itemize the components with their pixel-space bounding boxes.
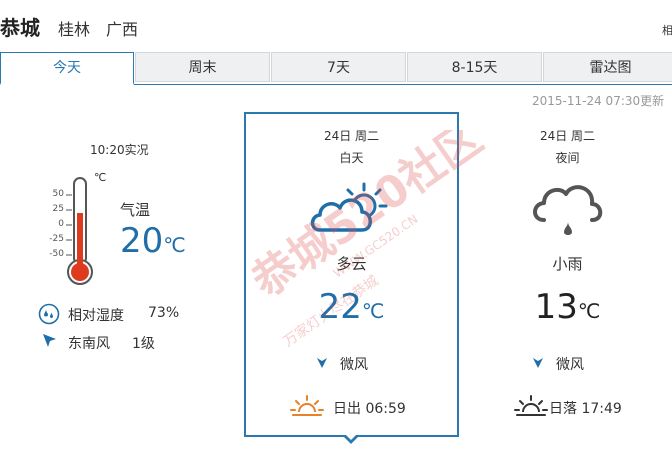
observation-time: 10:20实况 xyxy=(90,143,149,157)
day-temperature-value: 22 xyxy=(318,287,362,327)
day-period: 白天 xyxy=(339,151,364,165)
temperature-label: 气温 xyxy=(120,201,151,219)
tabs-divider xyxy=(134,84,672,85)
humidity-label: 相对湿度 xyxy=(68,308,124,324)
wind-arrow-icon xyxy=(533,358,543,368)
day-date: 24日 周二 xyxy=(323,129,380,143)
sunset-time: 日落 17:49 xyxy=(549,401,622,417)
day-temperature: 22℃ xyxy=(244,287,459,327)
current-temperature-value: 20 xyxy=(120,221,164,261)
update-timestamp: 2015-11-24 07:30更新 xyxy=(532,94,665,108)
region-link-guangxi[interactable]: 广西 xyxy=(106,16,138,40)
tab-7day[interactable]: 7天 xyxy=(271,52,406,82)
light-rain-icon xyxy=(533,185,603,235)
night-condition: 小雨 xyxy=(552,255,583,273)
thermometer-mercury xyxy=(77,213,83,272)
wind-direction-icon xyxy=(43,334,56,347)
night-temperature: 13℃ xyxy=(500,287,635,327)
card-pointer-inner xyxy=(345,434,357,440)
day-wind: 微风 xyxy=(340,357,368,373)
tab-today[interactable]: 今天 xyxy=(0,52,134,85)
thermometer-icon xyxy=(66,177,93,285)
scale-label: -50 xyxy=(49,249,64,259)
sunrise-icon xyxy=(290,395,324,416)
current-temperature-unit: ℃ xyxy=(163,233,186,257)
tab-radar[interactable]: 雷达图 xyxy=(543,52,672,82)
humidity-value: 73% xyxy=(148,305,180,321)
night-wind: 微风 xyxy=(556,357,584,373)
region-link-guilin[interactable]: 桂林 xyxy=(58,16,90,40)
day-temperature-unit: ℃ xyxy=(361,299,385,323)
city-name: 恭城 xyxy=(0,16,40,40)
tab-weekend[interactable]: 周末 xyxy=(135,52,270,82)
scale-label: 25 xyxy=(52,204,64,214)
sunset-icon xyxy=(514,395,548,416)
scale-label: 0 xyxy=(58,219,64,229)
header-cut-text[interactable]: 相 xyxy=(662,22,672,38)
day-condition: 多云 xyxy=(336,255,367,273)
wind-arrow-icon xyxy=(317,358,327,368)
night-period: 夜间 xyxy=(555,151,580,165)
scale-label: -25 xyxy=(49,234,64,244)
forecast-tabs: 今天 周末 7天 8-15天 雷达图 xyxy=(0,52,672,85)
sunrise-time: 日出 06:59 xyxy=(333,401,406,417)
tab-8-15day[interactable]: 8-15天 xyxy=(407,52,542,82)
humidity-icon xyxy=(38,303,60,325)
night-temperature-unit: ℃ xyxy=(577,299,601,323)
wind-level: 1级 xyxy=(132,336,155,352)
partly-cloudy-icon xyxy=(310,182,388,232)
current-temperature: 20℃ xyxy=(120,221,186,261)
night-date: 24日 周二 xyxy=(539,129,596,143)
wind-direction: 东南风 xyxy=(68,336,110,352)
night-temperature-value: 13 xyxy=(534,287,578,327)
scale-label: 50 xyxy=(52,189,64,199)
